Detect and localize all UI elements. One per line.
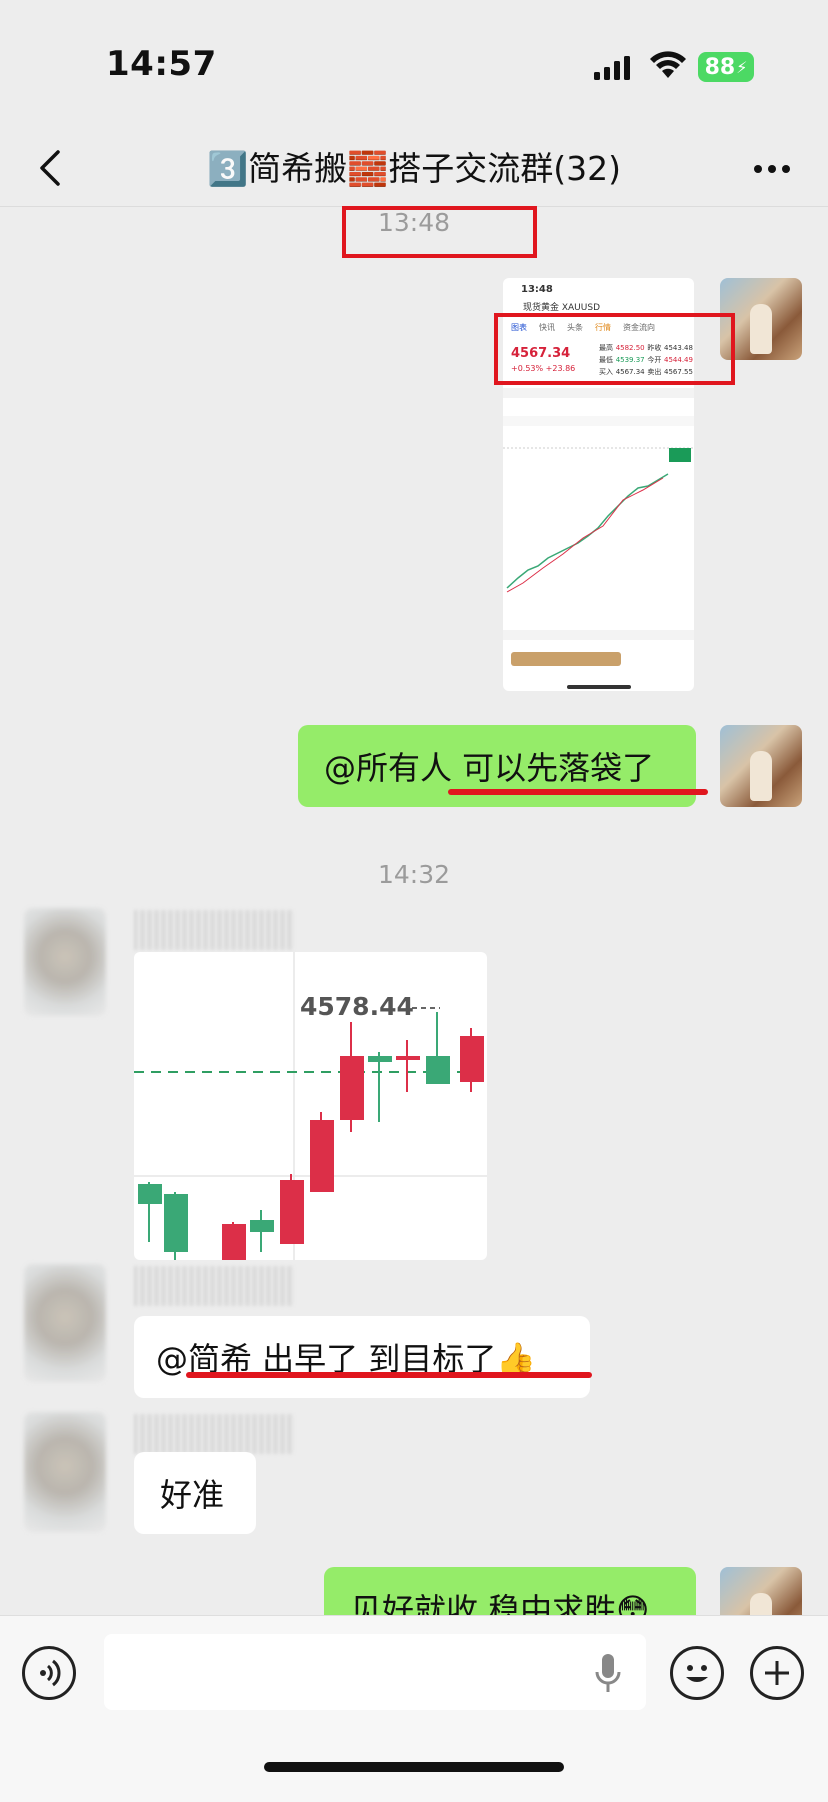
screenshot-title: 现货黄金 XAUUSD (523, 303, 601, 313)
candle-body (460, 1036, 484, 1082)
chart-price-label: 4578.44 (300, 992, 414, 1021)
candle-body (340, 1056, 364, 1120)
chevron-left-icon[interactable] (30, 146, 74, 190)
screenshot-time: 13:48 (521, 284, 553, 295)
candle-body (368, 1056, 392, 1062)
wifi-icon (650, 51, 686, 78)
message-text: 好准 (160, 1476, 225, 1514)
candle-body (138, 1184, 162, 1204)
sender-name-blurred (134, 1414, 294, 1454)
annotation-underline (448, 789, 708, 795)
input-bar (0, 1615, 828, 1802)
sender-name-blurred (134, 910, 294, 950)
timestamp: 14:32 (377, 860, 451, 889)
battery-level: 88 (704, 54, 736, 80)
avatar[interactable] (720, 725, 802, 807)
chat-header: 3️⃣简希搬🧱搭子交流群(32) (0, 130, 828, 207)
voice-icon[interactable] (22, 1646, 76, 1700)
emoji-icon[interactable] (670, 1646, 724, 1700)
candle-body (250, 1220, 274, 1232)
chat-title: 3️⃣简希搬🧱搭子交流群(32) (207, 149, 621, 188)
candle-body (426, 1056, 450, 1084)
plus-icon[interactable] (750, 1646, 804, 1700)
message-bubble[interactable]: @简希 出早了 到目标了👍 (134, 1316, 590, 1398)
candle-body (396, 1056, 420, 1060)
home-indicator (264, 1762, 564, 1772)
candle-body (222, 1224, 246, 1260)
more-dots-icon[interactable] (754, 158, 796, 177)
charging-icon: ⚡ (736, 57, 748, 77)
candle-body (164, 1194, 188, 1252)
battery-indicator: 88 ⚡ (698, 52, 754, 82)
annotation-underline (186, 1372, 592, 1378)
status-bar: 14:57 88 ⚡ (0, 0, 828, 130)
candle-body (280, 1180, 304, 1244)
microphone-icon[interactable] (594, 1654, 622, 1694)
annotation-box (342, 206, 537, 258)
status-time: 14:57 (106, 44, 217, 84)
cellular-signal-icon (594, 56, 630, 80)
message-text: @所有人 可以先落袋了 (324, 749, 655, 787)
message-bubble[interactable]: 好准 (134, 1452, 256, 1534)
avatar[interactable] (24, 1264, 106, 1382)
screenshot-chart (503, 388, 694, 689)
message-input[interactable] (104, 1634, 646, 1710)
annotation-box (494, 313, 735, 385)
candle-body (310, 1120, 334, 1192)
message-image[interactable]: 4578.44 (134, 952, 487, 1260)
avatar[interactable] (24, 1412, 106, 1532)
avatar[interactable] (24, 908, 106, 1016)
sender-name-blurred (134, 1266, 294, 1306)
